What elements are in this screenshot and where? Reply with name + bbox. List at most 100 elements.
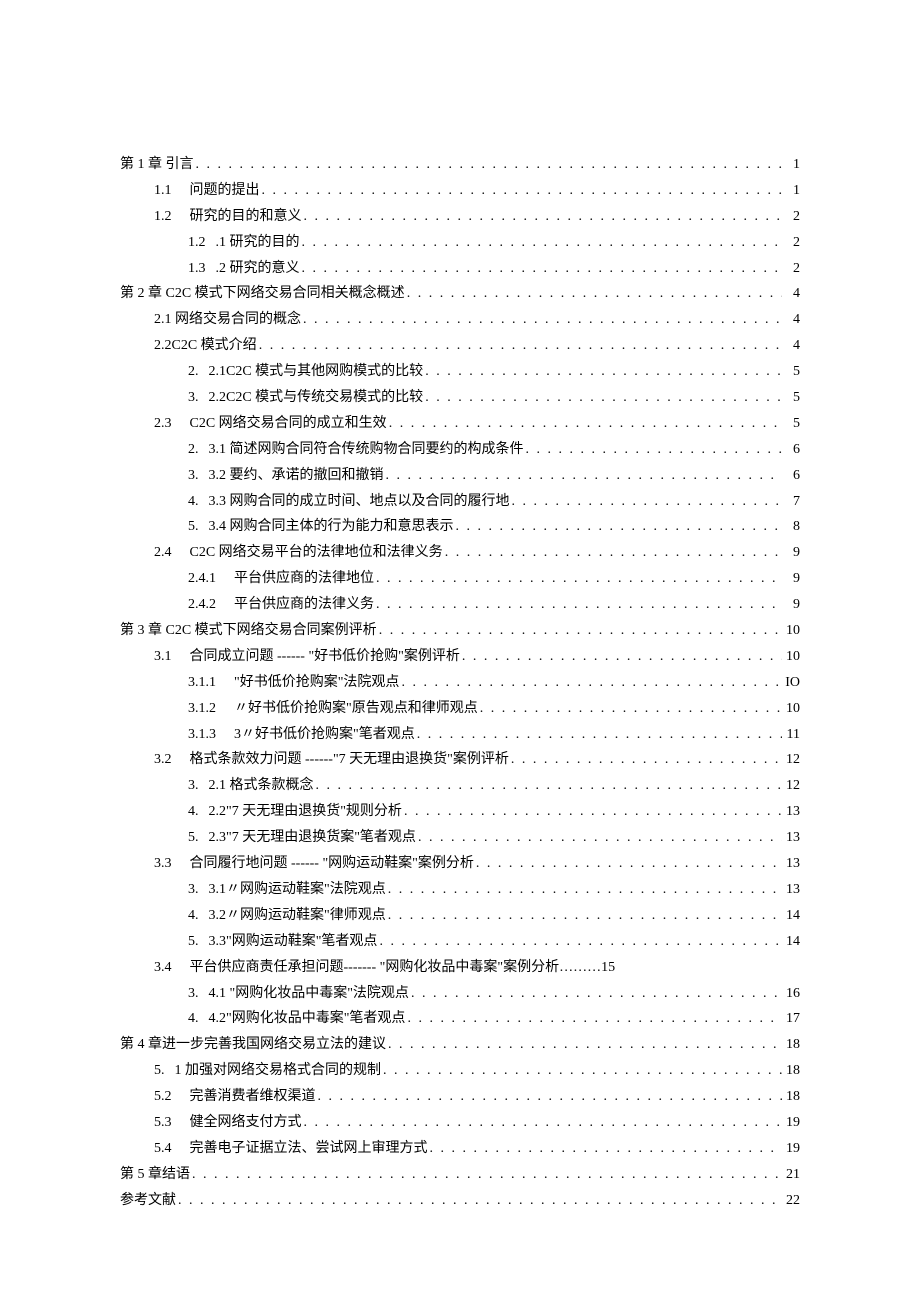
toc-leader-dots [443,540,782,566]
toc-entry: 3.2格式条款效力问题 ------"7 天无理由退换货"案例评析 12 [120,747,800,773]
toc-entry: 3. 2.1 格式条款概念 12 [120,773,800,799]
toc-label: 4. 3.3 网购合同的成立时间、地点以及合同的履行地 [188,489,510,515]
toc-page-number: 16 [782,981,800,1007]
toc-title: 健全网络支付方式 [190,1115,302,1130]
toc-number: 3.1 [154,644,172,670]
toc-number: 5.4 [154,1136,172,1162]
toc-label: 1.2研究的目的和意义 [154,204,302,230]
toc-number: 4. [188,489,199,515]
toc-label: 第 3 章 C2C 模式下网络交易合同案例评析 [120,618,377,644]
toc-page-number: 21 [782,1162,800,1188]
toc-entry: 5.2完善消费者维权渠道18 [120,1084,800,1110]
toc-label: 3. 2.1 格式条款概念 [188,773,314,799]
toc-number: 1.1 [154,178,172,204]
toc-number: 1.3 [188,256,206,282]
toc-title: 3.2 要约、承诺的撤回和撤销 [209,468,384,483]
toc-title: 2.1C2C 模式与其他网购模式的比较 [209,364,424,379]
toc-page-number: 12 [782,747,800,773]
toc-leader-dots [386,903,782,929]
toc-page-number: 22 [782,1188,800,1214]
toc-number: 2.4.1 [188,566,216,592]
toc-number: 3. [188,773,199,799]
toc-title: 完善消费者维权渠道 [190,1089,316,1104]
toc-label: 5.3健全网络支付方式 [154,1110,302,1136]
toc-number: 2.4.2 [188,592,216,618]
toc-title: 3.1〃网购运动鞋案"法院观点 [209,882,386,897]
toc-entry: 1.1问题的提出1 [120,178,800,204]
toc-entry: 3.1.2〃好书低价抢购案"原告观点和律师观点10 [120,696,800,722]
toc-leader-dots [386,1032,782,1058]
toc-number: 3.4 [154,955,172,981]
toc-label: 3.3.1〃网购运动鞋案"法院观点 [188,877,386,903]
toc-page-number: 2 [782,256,800,282]
toc-title: 4.2"网购化妆品中毒案"笔者观点 [209,1011,406,1026]
toc-title: 2.1 网络交易合同的概念 [154,312,301,327]
toc-entry: 4.3.3 网购合同的成立时间、地点以及合同的履行地7 [120,489,800,515]
toc-leader-dots [454,514,783,540]
toc-page-number: 4 [782,333,800,359]
toc-number: 1.2 [188,230,206,256]
toc-label: 2.3C2C 网络交易合同的成立和生效 [154,411,387,437]
toc-leader-dots [460,644,782,670]
toc-entry: 3.3.1〃网购运动鞋案"法院观点 13 [120,877,800,903]
toc-title: 2.2C2C 模式介绍 [154,338,257,353]
toc-title: .1 研究的目的 [216,235,300,250]
toc-leader-dots [194,152,783,178]
toc-entry: 2.2C2C 模式介绍 4 [120,333,800,359]
toc-label: 1.3.2 研究的意义 [188,256,300,282]
toc-number: 3.1.3 [188,722,216,748]
toc-label: 2.1 网络交易合同的概念 [154,307,301,333]
toc-leader-dots [386,877,782,903]
toc-label: 3.1.33〃好书低价抢购案"笔者观点 [188,722,415,748]
toc-leader-dots [409,981,782,1007]
toc-page-number: 12 [782,773,800,799]
toc-label: 2.2C2C 模式介绍 [154,333,257,359]
toc-page-number: 13 [782,851,800,877]
toc-label: 5.3.3"网购运动鞋案"笔者观点 [188,929,377,955]
toc-page-number: 4 [782,281,800,307]
toc-entry: 2.3.1 简述网购合同符合传统购物合同要约的构成条件6 [120,437,800,463]
toc-entry: 2.4.1 平台供应商的法律地位 9 [120,566,800,592]
toc-page-number: 19 [782,1110,800,1136]
toc-label: 2.2.1C2C 模式与其他网购模式的比较 [188,359,423,385]
toc-title: 平台供应商的法律地位 [234,571,374,586]
toc-entry: 第 1 章 引言1 [120,152,800,178]
toc-title: 合同成立问题 ------ "好书低价抢购"案例评析 [190,649,460,664]
toc-label: 3.1 合同成立问题 ------ "好书低价抢购"案例评析 [154,644,460,670]
toc-page-number: 9 [782,566,800,592]
toc-page-number: 18 [782,1032,800,1058]
toc-page-number: 10 [782,696,800,722]
toc-leader-dots [524,437,783,463]
toc-number: 1.2 [154,204,172,230]
toc-title: C2C 网络交易合同的成立和生效 [190,416,387,431]
toc-label: 3.4.1 "网购化妆品中毒案"法院观点 [188,981,409,1007]
toc-entry: 4.4.2"网购化妆品中毒案"笔者观点17 [120,1006,800,1032]
toc-label: 第 1 章 引言 [120,152,194,178]
toc-title: 3.4 网购合同主体的行为能力和意思表示 [209,519,454,534]
toc-entry: 4.2.2"7 天无理由退换货"规则分析13 [120,799,800,825]
toc-title: 第 3 章 C2C 模式下网络交易合同案例评析 [120,623,377,638]
toc-page-number: 6 [782,463,800,489]
toc-page-number: 11 [782,722,800,748]
toc-leader-dots [474,851,782,877]
toc-entry: 1.2研究的目的和意义2 [120,204,800,230]
toc-entry: 3.4平台供应商责任承担问题------- "网购化妆品中毒案"案例分析………1… [120,955,800,981]
toc-leader-dots [190,1162,782,1188]
toc-title: 3.3 网购合同的成立时间、地点以及合同的履行地 [209,494,510,509]
toc-leader-dots [428,1136,783,1162]
toc-page-number: 2 [782,230,800,256]
toc-title: 平台供应商的法律义务 [234,597,374,612]
toc-page-number: 13 [782,825,800,851]
toc-label: 3.2格式条款效力问题 ------"7 天无理由退换货"案例评析 [154,747,509,773]
toc-page-number: 13 [782,799,800,825]
toc-entry: 3.2.2C2C 模式与传统交易模式的比较5 [120,385,800,411]
toc-page-number: 13 [782,877,800,903]
toc-leader-dots [510,489,783,515]
toc-title: 2.1 格式条款概念 [209,778,314,793]
toc-page: 第 1 章 引言11.1问题的提出11.2研究的目的和意义21.2.1 研究的目… [0,0,920,1301]
toc-label: 1.2 .1 研究的目的 [188,230,300,256]
toc-entry: 3.3.2 要约、承诺的撤回和撤销6 [120,463,800,489]
toc-leader-dots [478,696,782,722]
toc-leader-dots [415,722,782,748]
toc-leader-dots [301,307,782,333]
